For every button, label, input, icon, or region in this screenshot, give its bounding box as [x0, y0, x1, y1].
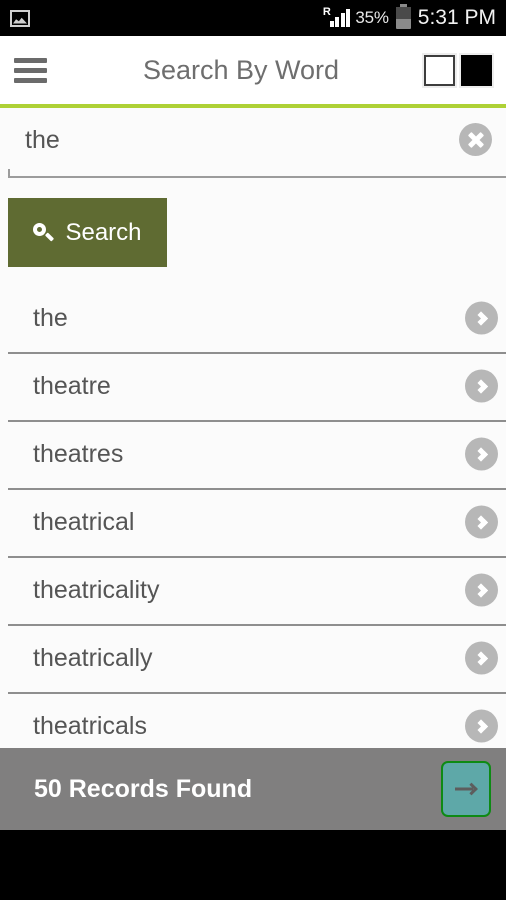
list-item[interactable]: theatrically — [0, 624, 506, 692]
status-bar: R 35% 5:31 PM — [0, 0, 506, 36]
status-bar-clock: 5:31 PM — [417, 6, 496, 29]
list-item-label: theatrically — [33, 643, 153, 672]
list-item[interactable]: theatricality — [0, 556, 506, 624]
chevron-right-icon[interactable] — [465, 573, 498, 607]
search-icon — [33, 222, 53, 243]
list-item-label: theatricals — [33, 711, 147, 740]
image-notification-icon — [10, 9, 30, 27]
phone-screen: R 35% 5:31 PM Search By Word the Search … — [0, 0, 506, 900]
chevron-right-icon[interactable] — [465, 369, 498, 403]
list-item[interactable]: theatres — [0, 420, 506, 488]
records-footer-bar: 50 Records Found — [0, 748, 506, 830]
battery-percent-label: 35% — [355, 8, 389, 27]
battery-icon — [395, 4, 411, 29]
list-item-label: theatricality — [33, 575, 160, 604]
clear-icon[interactable] — [459, 123, 492, 156]
list-item-label: the — [33, 303, 68, 332]
results-list: the theatre theatres theatrical theatric… — [0, 284, 506, 760]
search-button-label: Search — [65, 218, 142, 246]
roaming-indicator: R — [322, 6, 331, 18]
signal-bars-icon: R — [323, 7, 351, 29]
bottom-navigation-area — [0, 830, 506, 900]
chevron-right-icon[interactable] — [465, 505, 498, 539]
square-filled-icon[interactable] — [461, 54, 492, 86]
arrow-right-icon — [455, 783, 477, 795]
list-item-label: theatre — [33, 371, 111, 400]
chevron-right-icon[interactable] — [465, 437, 498, 471]
list-item[interactable]: theatrical — [0, 488, 506, 556]
status-bar-right: R 35% 5:31 PM — [323, 4, 496, 30]
app-bar-actions — [424, 54, 492, 86]
page-title: Search By Word — [142, 54, 340, 85]
chevron-right-icon[interactable] — [465, 709, 498, 743]
chevron-right-icon[interactable] — [465, 301, 498, 335]
status-bar-left — [10, 9, 30, 27]
chevron-right-icon[interactable] — [465, 641, 498, 675]
list-item-label: theatrical — [33, 507, 135, 536]
hamburger-bar — [14, 67, 47, 73]
search-button[interactable]: Search — [8, 198, 167, 267]
hamburger-bar — [14, 57, 47, 63]
next-page-button[interactable] — [441, 761, 491, 817]
list-item[interactable]: the — [0, 284, 506, 352]
list-item[interactable]: theatre — [0, 352, 506, 420]
hamburger-bar — [14, 77, 47, 83]
search-input[interactable] — [8, 126, 465, 155]
app-bar: Search By Word — [0, 36, 506, 104]
list-item-label: theatres — [33, 439, 124, 468]
search-field-container — [8, 108, 506, 178]
records-count-label: 50 Records Found — [34, 774, 253, 803]
square-outline-icon[interactable] — [424, 54, 455, 86]
signal-strength-bars — [329, 7, 351, 29]
input-underline — [8, 169, 506, 178]
